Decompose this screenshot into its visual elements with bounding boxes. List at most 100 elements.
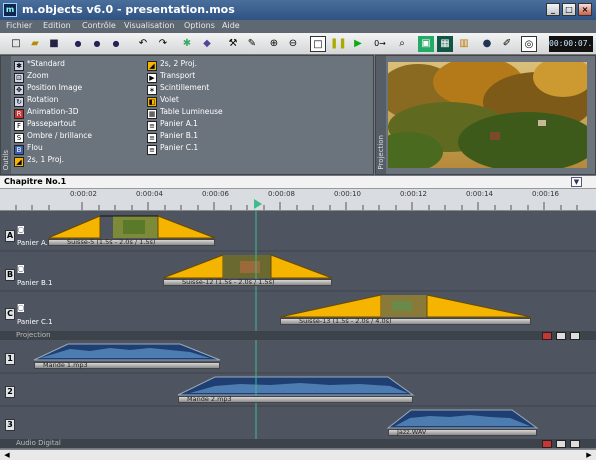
audio-tracks-canvas: [0, 340, 596, 439]
pen-icon[interactable]: ✎: [244, 36, 260, 52]
audio-tracks-area: 1 Mande 1.mp3 2 Mande 2.mp3 3 Jazz.WAV A…: [0, 340, 596, 448]
open-folder-icon[interactable]: ▰: [27, 36, 43, 52]
toolbar: □ ▰ ■ ● ● ● ↶ ↷ ✱ ◆ ⚒ ✎ ⊕ ⊖ □ ❚❚ ▶ 0→ ⌕ …: [0, 33, 596, 55]
horizontal-scrollbar[interactable]: ◀ ▶: [0, 449, 596, 460]
menu-edition[interactable]: Edition: [43, 21, 71, 30]
tool-position-image[interactable]: ✥ Position Image: [14, 82, 82, 95]
chapter-title: Chapitre No.1: [4, 177, 67, 186]
tick-label: 0:00:10: [334, 190, 361, 198]
clip-bar-b[interactable]: Suisse-12 (1.5s - 2.0s / 1.5s): [163, 278, 332, 286]
footer-close-icon[interactable]: [542, 440, 552, 448]
projection-preview-image: [388, 62, 587, 168]
tool-2s-1-proj[interactable]: ◢ 2s, 1 Proj.: [14, 154, 64, 167]
sync-icon[interactable]: ◎: [521, 36, 537, 52]
audio-clip-bar-3[interactable]: Jazz.WAV: [388, 428, 537, 436]
tool-animation-3d[interactable]: R Animation-3D: [14, 106, 79, 119]
audio-track-number-2: 2: [5, 386, 15, 398]
audio-track-number-3: 3: [5, 419, 15, 431]
menu-visualisation[interactable]: Visualisation: [124, 21, 175, 30]
pause-icon[interactable]: ❚❚: [330, 36, 347, 52]
object-add-icon[interactable]: ●: [70, 36, 86, 52]
camera-icon[interactable]: ◙: [17, 265, 27, 273]
footer-maximize-icon[interactable]: [570, 332, 580, 340]
redo-icon[interactable]: ↷: [155, 36, 171, 52]
menu-options[interactable]: Options: [184, 21, 215, 30]
close-button[interactable]: ×: [578, 3, 592, 16]
camera-icon[interactable]: ◙: [17, 226, 27, 234]
tool-passepartout[interactable]: F Passepartout: [14, 118, 76, 131]
preview-icon[interactable]: ▣: [418, 36, 434, 52]
projection-panel-side: Projection: [376, 56, 386, 174]
zoom-in-icon[interactable]: ⊕: [266, 36, 282, 52]
tool-panier-b1[interactable]: ≡ Panier B.1: [147, 130, 198, 143]
audio-track-number-1: 1: [5, 353, 15, 365]
image-tracks-canvas: [0, 211, 596, 331]
tick-label: 0:00:06: [202, 190, 229, 198]
tool-2s-2-proj[interactable]: ◢ 2s, 2 Proj.: [147, 58, 197, 71]
ruler-ticks: [15, 199, 578, 210]
clip-label-a: Suisse-5 (1.5s - 2.0s / 1.5s): [67, 238, 156, 246]
object-delete-icon[interactable]: ●: [108, 36, 124, 52]
timeline-ruler[interactable]: 0:00:02 0:00:04 0:00:06 0:00:08 0:00:10 …: [0, 189, 596, 211]
tool-table-lumineuse[interactable]: ▦ Table Lumineuse: [147, 106, 223, 119]
lightbox-icon[interactable]: ▥: [456, 36, 472, 52]
tool-standard[interactable]: ✱ *Standard: [14, 58, 65, 71]
audio-clip-bar-1[interactable]: Mande 1.mp3: [34, 361, 220, 369]
tool-scintillement[interactable]: ∗ Scintillement: [147, 82, 209, 95]
tick-label: 0:00:04: [136, 190, 163, 198]
footer-maximize-icon[interactable]: [570, 440, 580, 448]
projection-panel-label: Projection: [377, 135, 385, 170]
tool-zoom[interactable]: ⊡ Zoom: [14, 70, 49, 83]
maximize-button[interactable]: □: [562, 3, 576, 16]
tool-flou[interactable]: B Flou: [14, 142, 43, 155]
track-name-b: Panier B.1: [17, 279, 53, 287]
menu-fichier[interactable]: Fichier: [6, 21, 32, 30]
save-icon[interactable]: ■: [46, 36, 62, 52]
footer-minimize-icon[interactable]: [556, 332, 566, 340]
tick-label: 0:00:14: [466, 190, 493, 198]
magic-wand-icon[interactable]: ⚒: [225, 36, 241, 52]
scroll-left-icon[interactable]: ◀: [2, 451, 12, 459]
audio-clip-label-1: Mande 1.mp3: [43, 361, 88, 369]
camera-icon[interactable]: ◙: [17, 304, 27, 312]
mark-icon[interactable]: ✱: [179, 36, 195, 52]
record-icon[interactable]: ●: [479, 36, 495, 52]
scroll-right-icon[interactable]: ▶: [584, 451, 594, 459]
tool-transport[interactable]: ▶ Transport: [147, 70, 195, 83]
clip-bar-c[interactable]: Suisse-13 (1.5s - 2.0s / 4.0s): [280, 317, 531, 325]
magnifier-icon[interactable]: ⌕: [394, 36, 410, 52]
menu-aide[interactable]: Aide: [222, 21, 240, 30]
audio-clip-bar-2[interactable]: Mande 2.mp3: [178, 395, 413, 403]
undo-icon[interactable]: ↶: [135, 36, 151, 52]
object-edit-icon[interactable]: ●: [89, 36, 105, 52]
new-file-icon[interactable]: □: [8, 36, 24, 52]
footer-minimize-icon[interactable]: [556, 440, 566, 448]
clip-bar-a[interactable]: Suisse-5 (1.5s - 2.0s / 1.5s): [48, 238, 215, 246]
microphone-icon[interactable]: ✐: [499, 36, 515, 52]
footer-close-icon[interactable]: [542, 332, 552, 340]
clip-label-c: Suisse-13 (1.5s - 2.0s / 4.0s): [299, 317, 392, 325]
select-icon[interactable]: ◆: [199, 36, 215, 52]
tools-panel-label: Outils: [2, 149, 10, 170]
audio-tracks-footer-label: Audio Digital: [16, 439, 61, 447]
tool-ombre-brillance[interactable]: S Ombre / brillance: [14, 130, 92, 143]
tool-panier-a1[interactable]: ≡ Panier A.1: [147, 118, 198, 131]
fullscreen-icon[interactable]: ▦: [437, 36, 453, 52]
image-tracks-footer-label: Projection: [16, 331, 51, 339]
audio-clip-label-3: Jazz.WAV: [397, 428, 427, 436]
tools-panel-side: Outils: [1, 56, 11, 174]
goto-icon[interactable]: 0→: [372, 36, 388, 52]
tick-label: 0:00:08: [268, 190, 295, 198]
track-letter-b: B: [5, 269, 15, 281]
chapter-dropdown-icon[interactable]: ▼: [571, 177, 582, 187]
zoom-out-icon[interactable]: ⊖: [285, 36, 301, 52]
track-letter-a: A: [5, 230, 15, 242]
play-icon[interactable]: ▶: [350, 36, 366, 52]
tool-rotation[interactable]: ↻ Rotation: [14, 94, 58, 107]
tool-panier-c1[interactable]: ≡ Panier C.1: [147, 142, 198, 155]
tool-volet[interactable]: ◧ Volet: [147, 94, 179, 107]
menu-controle[interactable]: Contrôle: [82, 21, 116, 30]
app-logo-icon: m: [3, 3, 17, 17]
minimize-button[interactable]: _: [546, 3, 560, 16]
stop-icon[interactable]: □: [310, 36, 326, 52]
